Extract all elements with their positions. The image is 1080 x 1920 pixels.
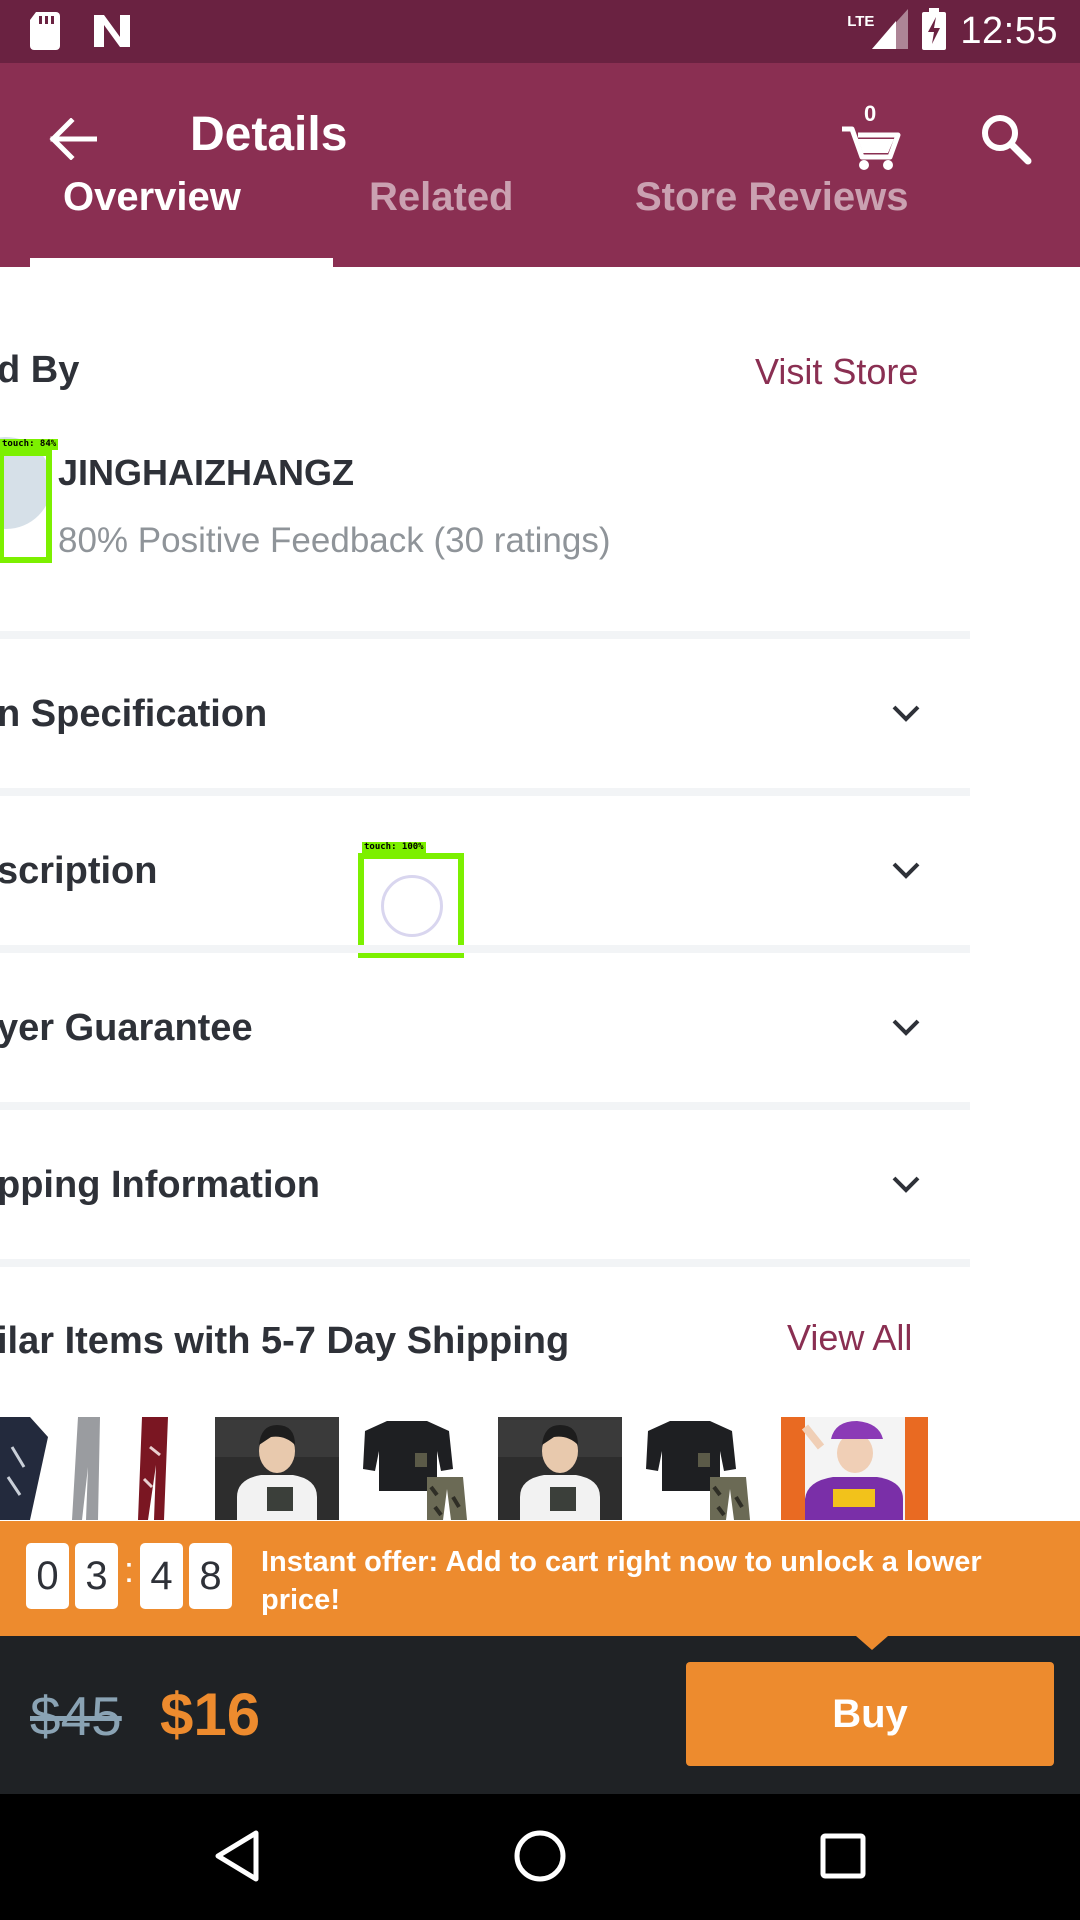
- chevron-down-icon: [886, 1165, 926, 1205]
- app-bar: Details 0 Overview Related Store Reviews: [0, 63, 1080, 267]
- tab-store-reviews[interactable]: Store Reviews: [635, 175, 908, 220]
- tab-related[interactable]: Related: [369, 175, 514, 220]
- cart-button[interactable]: 0: [840, 101, 904, 171]
- product-thumbnail[interactable]: [215, 1417, 339, 1520]
- shipping-information-label: pping Information: [0, 1164, 320, 1206]
- touch-point-ring: [381, 875, 443, 937]
- purchase-bar: $45 $16 Buy: [0, 1636, 1080, 1794]
- signal-icon: [872, 9, 909, 54]
- chevron-down-icon: [886, 851, 926, 891]
- product-thumbnail[interactable]: [498, 1417, 622, 1520]
- description-label: scription: [0, 850, 158, 892]
- product-thumbnail[interactable]: [0, 1417, 188, 1520]
- touch-indicator-label: touch: 100%: [362, 842, 426, 853]
- active-tab-indicator: [30, 258, 333, 267]
- item-specification-label: n Specification: [0, 693, 268, 735]
- seller-feedback: 80% Positive Feedback (30 ratings): [58, 521, 611, 560]
- square-recents-icon: [820, 1833, 866, 1879]
- buy-button[interactable]: Buy: [686, 1662, 1054, 1766]
- nav-back-button[interactable]: [205, 1824, 269, 1888]
- countdown-digit: 3: [75, 1543, 118, 1609]
- search-icon: [982, 115, 1032, 165]
- similar-items-heading: ilar Items with 5-7 Day Shipping: [0, 1320, 570, 1362]
- offer-pointer: [856, 1636, 888, 1650]
- tab-bar: Overview Related Store Reviews: [0, 175, 1080, 267]
- sd-card-icon: [30, 12, 62, 55]
- buyer-guarantee-label: yer Guarantee: [0, 1007, 253, 1049]
- network-type: LTE: [847, 13, 875, 30]
- touch-indicator-label: touch: 84%: [0, 439, 59, 450]
- seller-name[interactable]: JINGHAIZHANGZ: [58, 452, 354, 494]
- countdown-digit: 8: [189, 1543, 232, 1609]
- divider: [0, 1259, 970, 1267]
- instant-offer-text: Instant offer: Add to cart right now to …: [261, 1546, 982, 1616]
- divider: [0, 945, 970, 953]
- view-all-link[interactable]: View All: [787, 1317, 912, 1359]
- product-thumbnail[interactable]: [640, 1417, 762, 1520]
- product-thumbnail[interactable]: [781, 1417, 928, 1520]
- page-title: Details: [190, 108, 348, 161]
- original-price: $45: [30, 1685, 122, 1747]
- countdown-digit: 4: [140, 1543, 183, 1609]
- back-button[interactable]: [45, 111, 101, 167]
- arrow-left-icon: [49, 118, 97, 160]
- touch-indicator-box: [0, 450, 52, 563]
- sold-by-heading: d By: [0, 349, 80, 391]
- n-notification-icon: [92, 13, 132, 54]
- countdown-separator: :: [124, 1549, 135, 1590]
- divider: [0, 631, 970, 639]
- triangle-back-icon: [215, 1830, 259, 1882]
- search-button[interactable]: [978, 111, 1034, 167]
- product-thumbnail[interactable]: [357, 1417, 479, 1520]
- system-navigation-bar: [0, 1794, 1080, 1920]
- divider: [0, 788, 970, 796]
- countdown-digit: 0: [26, 1543, 69, 1609]
- clock: 12:55: [960, 10, 1058, 52]
- status-bar: LTE 12:55: [0, 0, 1080, 63]
- nav-home-button[interactable]: [508, 1824, 572, 1888]
- tab-overview[interactable]: Overview: [63, 175, 241, 220]
- chevron-down-icon: [886, 694, 926, 734]
- visit-store-link[interactable]: Visit Store: [755, 351, 918, 393]
- divider: [0, 1102, 970, 1110]
- instant-offer-banner[interactable]: 0 3 : 4 8 Instant offer: Add to cart rig…: [0, 1521, 1080, 1636]
- similar-items-carousel[interactable]: [0, 1417, 1080, 1520]
- sale-price: $16: [160, 1681, 261, 1748]
- circle-home-icon: [514, 1830, 566, 1882]
- chevron-down-icon: [886, 1008, 926, 1048]
- nav-recents-button[interactable]: [811, 1824, 875, 1888]
- battery-charging-icon: [922, 8, 947, 55]
- shopping-cart-icon: [842, 126, 901, 170]
- details-content[interactable]: d By Visit Store JINGHAIZHANGZ 80% Posit…: [0, 267, 1080, 1520]
